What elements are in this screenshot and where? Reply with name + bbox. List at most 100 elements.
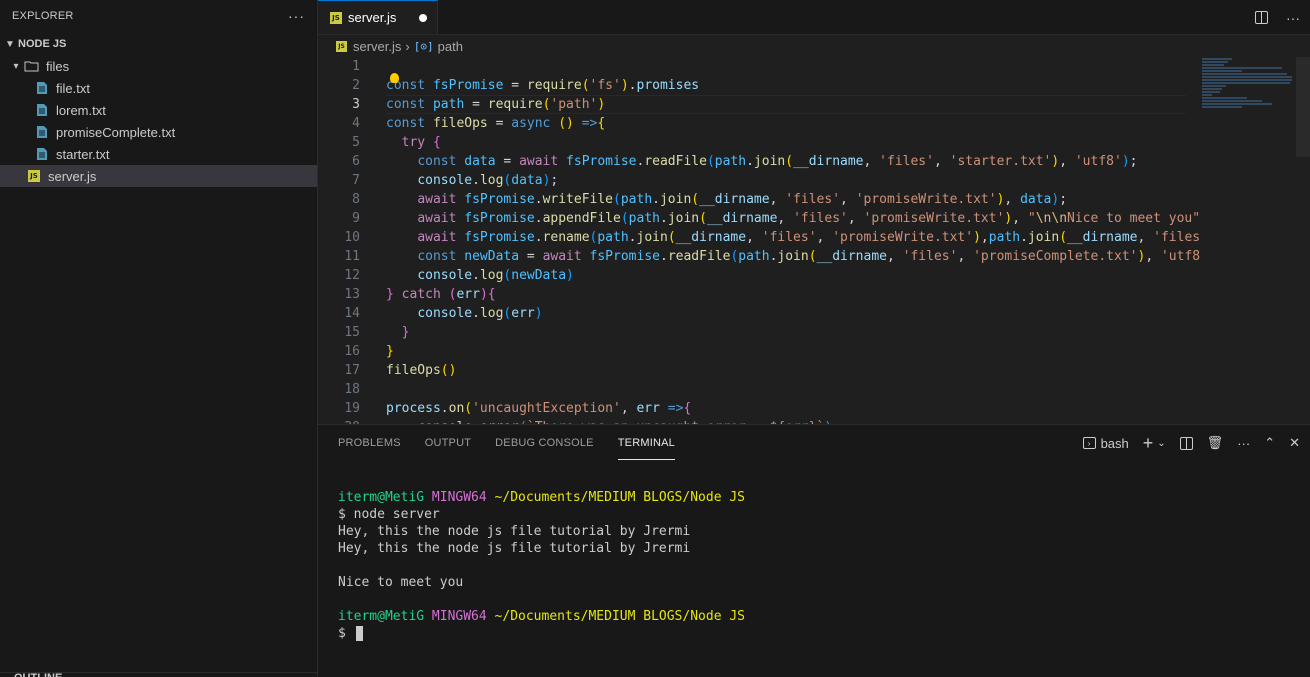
line-number: 9 bbox=[352, 211, 360, 226]
chevron-down-icon: ▾ bbox=[13, 60, 19, 72]
line-number: 15 bbox=[344, 325, 360, 340]
explorer-header: EXPLORER ··· bbox=[0, 0, 317, 32]
more-actions-icon[interactable]: ··· bbox=[288, 8, 305, 24]
breadcrumb: JS server.js › [⊙] path bbox=[318, 35, 1310, 57]
terminal-prompt: $ bbox=[338, 626, 346, 641]
folder-files[interactable]: ▾ files bbox=[0, 55, 317, 77]
code-line: console.log(data); bbox=[417, 173, 559, 188]
terminal-output-line: Nice to meet you bbox=[338, 575, 464, 590]
minimap[interactable] bbox=[1190, 57, 1310, 147]
line-number: 2 bbox=[352, 78, 360, 93]
unsaved-dot-icon[interactable] bbox=[419, 13, 427, 22]
split-terminal-icon[interactable] bbox=[1179, 436, 1193, 450]
code-line: const data = await fsPromise.readFile(pa… bbox=[417, 154, 1138, 169]
more-actions-icon[interactable]: ··· bbox=[1286, 10, 1300, 26]
lightbulb-icon[interactable] bbox=[390, 73, 399, 83]
tab-terminal[interactable]: TERMINAL bbox=[617, 426, 675, 460]
code-editor[interactable]: 1 2 const fsPromise = require('fs').promi… bbox=[318, 57, 1310, 424]
line-number: 12 bbox=[344, 268, 360, 283]
variable-icon: [⊙] bbox=[413, 39, 434, 53]
tab-output[interactable]: OUTPUT bbox=[425, 425, 471, 461]
chevron-right-icon: › bbox=[405, 38, 410, 54]
outline-section[interactable]: OUTLINE bbox=[0, 672, 317, 677]
terminal-input-line[interactable]: $ bbox=[338, 625, 745, 642]
code-line: console.log(newData) bbox=[417, 268, 574, 283]
explorer-title: EXPLORER bbox=[12, 10, 74, 22]
file-label: file.txt bbox=[56, 80, 90, 96]
file-item-selected[interactable]: JS server.js bbox=[0, 165, 317, 187]
line-number: 13 bbox=[344, 287, 360, 302]
breadcrumb-file[interactable]: server.js bbox=[353, 39, 401, 54]
js-file-icon: JS bbox=[336, 40, 347, 52]
tab-bar: JS server.js ··· bbox=[318, 0, 1310, 35]
tab-label: server.js bbox=[348, 10, 397, 25]
file-item[interactable]: lorem.txt bbox=[0, 99, 317, 121]
code-line: } bbox=[386, 344, 394, 359]
file-label: promiseComplete.txt bbox=[56, 124, 176, 140]
code-line: const newData = await fsPromise.readFile… bbox=[417, 249, 1201, 264]
tab-debug-console[interactable]: DEBUG CONSOLE bbox=[495, 425, 594, 461]
line-number: 17 bbox=[344, 363, 360, 378]
tab-problems[interactable]: PROBLEMS bbox=[338, 425, 401, 461]
line-number: 6 bbox=[352, 154, 360, 169]
chevron-down-icon[interactable]: ⌄ bbox=[1157, 438, 1165, 449]
panel-actions: › bash + ⌄ 🗑 ··· ⌃ ✕ bbox=[1082, 425, 1300, 461]
line-number: 18 bbox=[344, 382, 360, 397]
terminal-prompt-line: iterm@MetiG MINGW64 ~/Documents/MEDIUM B… bbox=[338, 608, 745, 625]
trash-icon[interactable]: 🗑 bbox=[1207, 435, 1224, 451]
text-file-icon bbox=[37, 126, 47, 138]
editor-scrollbar[interactable] bbox=[1296, 57, 1310, 157]
terminal-output-line: Hey, this the node js file tutorial by J… bbox=[338, 524, 691, 539]
line-number: 16 bbox=[344, 344, 360, 359]
workspace-root-label: NODE JS bbox=[18, 38, 67, 50]
js-file-icon: JS bbox=[330, 11, 342, 24]
terminal-output-line: Hey, this the node js file tutorial by J… bbox=[338, 541, 691, 556]
code-line: await fsPromise.rename(path.join(__dirna… bbox=[417, 230, 1201, 245]
code-line: const fsPromise = require('fs').promises bbox=[386, 78, 700, 93]
explorer-sidebar: EXPLORER ··· ▼ NODE JS ▾ files file.txt … bbox=[0, 0, 318, 677]
terminal-host: MINGW64 bbox=[431, 609, 487, 624]
line-number: 5 bbox=[352, 135, 360, 150]
current-line-highlight bbox=[386, 95, 1186, 114]
file-label: lorem.txt bbox=[56, 102, 106, 118]
editor-area: JS server.js ··· JS server.js › [⊙] path… bbox=[318, 0, 1310, 677]
line-number: 1 bbox=[352, 59, 360, 74]
maximize-panel-icon[interactable]: ⌃ bbox=[1264, 435, 1275, 451]
shell-label: bash bbox=[1100, 435, 1129, 451]
file-item[interactable]: file.txt bbox=[0, 77, 317, 99]
more-actions-icon[interactable]: ··· bbox=[1237, 436, 1250, 451]
code-line: console.log(err) bbox=[417, 306, 543, 321]
line-number: 8 bbox=[352, 192, 360, 207]
tab-server-js[interactable]: JS server.js bbox=[318, 0, 438, 34]
folder-label: files bbox=[46, 58, 70, 74]
file-label: server.js bbox=[48, 168, 97, 184]
terminal-path: ~/Documents/MEDIUM BLOGS/Node JS bbox=[494, 490, 745, 505]
code-line: process.on('uncaughtException', err =>{ bbox=[386, 401, 692, 416]
text-file-icon bbox=[37, 104, 47, 116]
terminal-user: iterm@MetiG bbox=[338, 490, 425, 505]
code-line: try { bbox=[401, 135, 441, 150]
terminal-prompt-line: iterm@MetiG MINGW64 ~/Documents/MEDIUM B… bbox=[338, 489, 745, 506]
code-line: } catch (err){ bbox=[386, 287, 496, 302]
line-number: 14 bbox=[344, 306, 360, 321]
breadcrumb-symbol[interactable]: path bbox=[438, 39, 463, 54]
bottom-panel: PROBLEMS OUTPUT DEBUG CONSOLE TERMINAL ›… bbox=[318, 424, 1310, 677]
terminal-host: MINGW64 bbox=[431, 490, 487, 505]
file-item[interactable]: promiseComplete.txt bbox=[0, 121, 317, 143]
code-line: fileOps() bbox=[386, 363, 457, 378]
terminal-output[interactable]: iterm@MetiG MINGW64 ~/Documents/MEDIUM B… bbox=[338, 489, 745, 642]
terminal-path: ~/Documents/MEDIUM BLOGS/Node JS bbox=[494, 609, 745, 624]
close-icon[interactable]: ✕ bbox=[1289, 435, 1300, 451]
new-terminal-icon[interactable]: + bbox=[1143, 433, 1154, 454]
terminal-shell-selector[interactable]: › bash bbox=[1082, 435, 1129, 451]
split-editor-icon[interactable] bbox=[1255, 11, 1268, 24]
file-item[interactable]: starter.txt bbox=[0, 143, 317, 165]
terminal-user: iterm@MetiG bbox=[338, 609, 425, 624]
terminal-command: $ node server bbox=[338, 507, 440, 522]
workspace-root[interactable]: ▼ NODE JS bbox=[0, 33, 317, 55]
line-number: 3 bbox=[352, 97, 360, 112]
folder-open-icon bbox=[24, 61, 39, 72]
text-file-icon bbox=[37, 82, 47, 94]
